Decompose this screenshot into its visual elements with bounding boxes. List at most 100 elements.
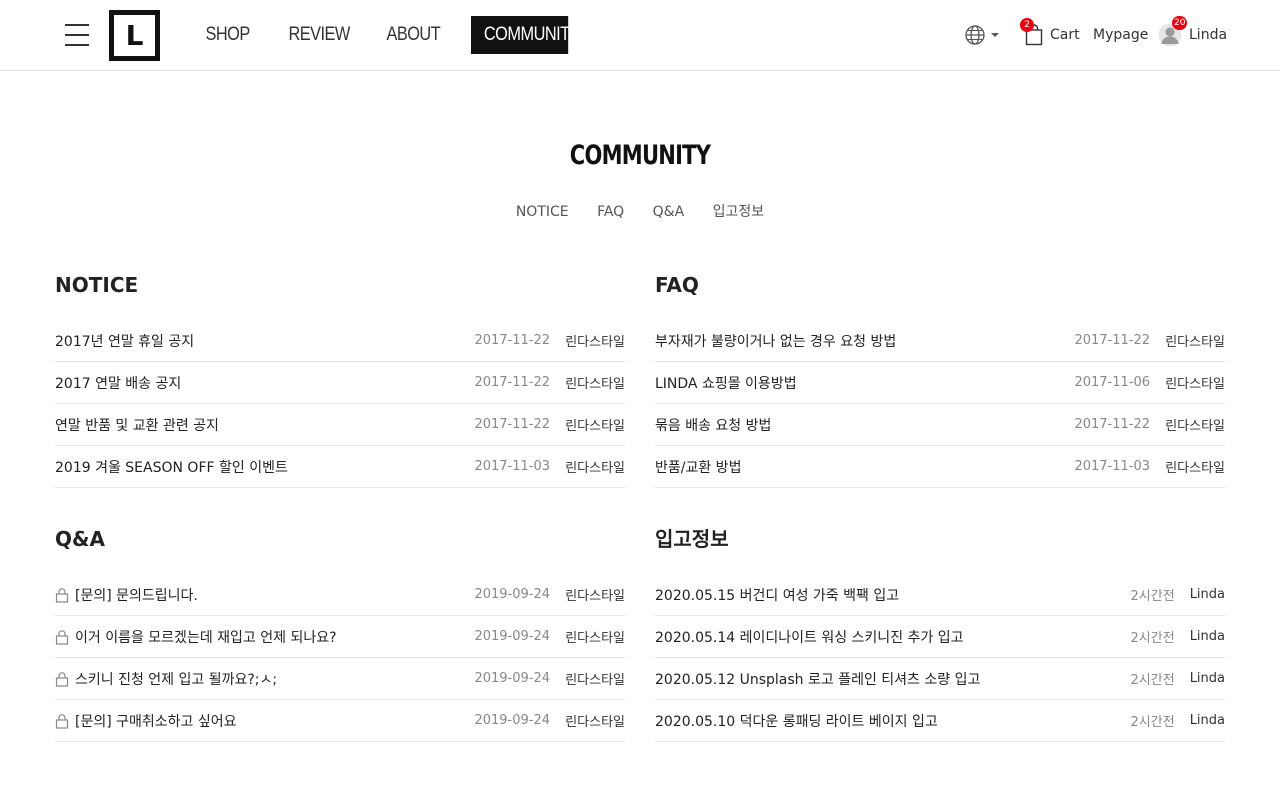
post-title[interactable]: 2017년 연말 휴일 공지	[55, 331, 474, 351]
post-title[interactable]: 부자재가 불량이거나 없는 경우 요청 방법	[655, 331, 1074, 351]
post-author: 린다스타일	[565, 461, 625, 476]
cart-label: Cart	[1050, 27, 1080, 43]
post-date: 2시간전	[1130, 715, 1175, 730]
post-title-text: 이거 이름을 모르겠는데 재입고 언제 되나요?	[75, 629, 337, 646]
notice-board-title[interactable]: NOTICE	[55, 270, 625, 300]
post-author: 린다스타일	[1165, 461, 1225, 476]
main-nav: SHOP REVIEW ABOUT COMMUNITY	[196, 16, 597, 54]
restock-board: 입고정보 2020.05.15 버건디 여성 가죽 백팩 입고 2시간전 Linda…	[655, 524, 1225, 742]
mypage-link[interactable]: Mypage	[1093, 20, 1148, 50]
sub-nav: NOTICE FAQ Q&A 입고정보	[0, 201, 1280, 221]
list-item[interactable]: LINDA 쇼핑몰 이용방법 2017-11-06 린다스타일	[655, 362, 1225, 404]
post-title[interactable]: 연말 반품 및 교환 관련 공지	[55, 415, 474, 435]
globe-icon	[965, 25, 985, 45]
cart-link[interactable]: 2 Cart	[1020, 18, 1080, 50]
subnav-restock[interactable]: 입고정보	[713, 201, 765, 221]
post-date: 2시간전	[1130, 673, 1175, 688]
subnav-faq[interactable]: FAQ	[597, 204, 624, 220]
post-title[interactable]: 묶음 배송 요청 방법	[655, 415, 1074, 435]
post-author: 린다스타일	[1165, 335, 1225, 350]
post-title[interactable]: 2017 연말 배송 공지	[55, 373, 474, 393]
menu-icon[interactable]	[65, 24, 89, 46]
post-title-text: 2019 겨울 SEASON OFF 할인 이벤트	[55, 459, 288, 476]
post-title[interactable]: [문의] 구매취소하고 싶어요	[55, 711, 474, 731]
post-date: 2017-11-22	[474, 333, 550, 348]
post-title[interactable]: 2020.05.12 Unsplash 로고 플레인 티셔츠 소량 입고	[655, 669, 1131, 689]
post-title[interactable]: 이거 이름을 모르겠는데 재입고 언제 되나요?	[55, 627, 474, 647]
language-selector[interactable]	[964, 20, 1000, 50]
post-title-text: 반품/교환 방법	[655, 459, 742, 476]
post-title[interactable]: LINDA 쇼핑몰 이용방법	[655, 373, 1074, 393]
list-item[interactable]: 이거 이름을 모르겠는데 재입고 언제 되나요? 2019-09-24 린다스타일	[55, 616, 625, 658]
post-title-text: 2020.05.10 덕다운 롱패딩 라이트 베이지 입고	[655, 713, 938, 730]
cart-count-badge: 2	[1020, 18, 1034, 32]
post-title-text: 2020.05.14 레이디나이트 워싱 스키니진 추가 입고	[655, 629, 964, 646]
post-author: Linda	[1189, 671, 1225, 686]
site-header: L SHOP REVIEW ABOUT COMMUNITY 2 Cart Myp…	[0, 0, 1280, 71]
faq-list: 부자재가 불량이거나 없는 경우 요청 방법 2017-11-22 린다스타일 LIN…	[655, 320, 1225, 488]
post-title-text: [문의] 문의드립니다.	[75, 587, 198, 604]
post-title-text: LINDA 쇼핑몰 이용방법	[655, 375, 797, 392]
nav-community[interactable]: COMMUNITY	[471, 16, 581, 54]
post-title-text: 2017 연말 배송 공지	[55, 375, 182, 392]
list-item[interactable]: 2019 겨울 SEASON OFF 할인 이벤트 2017-11-03 린다스타일	[55, 446, 625, 488]
post-title[interactable]: 2020.05.10 덕다운 롱패딩 라이트 베이지 입고	[655, 711, 1131, 731]
restock-board-title[interactable]: 입고정보	[655, 524, 1225, 554]
post-title[interactable]: 2020.05.15 버건디 여성 가죽 백팩 입고	[655, 585, 1131, 605]
list-item[interactable]: 2020.05.10 덕다운 롱패딩 라이트 베이지 입고 2시간전 Linda	[655, 700, 1225, 742]
qna-board-title[interactable]: Q&A	[55, 524, 625, 554]
list-item[interactable]: 묶음 배송 요청 방법 2017-11-22 린다스타일	[655, 404, 1225, 446]
post-date: 2시간전	[1130, 589, 1175, 604]
post-date: 2017-11-03	[474, 459, 550, 474]
list-item[interactable]: 연말 반품 및 교환 관련 공지 2017-11-22 린다스타일	[55, 404, 625, 446]
chevron-down-icon	[991, 33, 999, 37]
post-title-text: 스키니 진청 언제 입고 될까요?;ㅅ;	[75, 671, 278, 688]
restock-list: 2020.05.15 버건디 여성 가죽 백팩 입고 2시간전 Linda 2020.…	[655, 574, 1225, 742]
qna-list: [문의] 문의드립니다. 2019-09-24 린다스타일 이거 이름을 모르겠는데 …	[55, 574, 625, 742]
post-author: 린다스타일	[565, 631, 625, 646]
post-date: 2019-09-24	[474, 629, 550, 644]
page-title-text: COMMUNITY	[569, 140, 711, 171]
nav-about[interactable]: ABOUT	[377, 16, 446, 54]
lock-icon	[55, 587, 69, 603]
post-date: 2019-09-24	[474, 671, 550, 686]
faq-board-title[interactable]: FAQ	[655, 270, 1225, 300]
post-author: 린다스타일	[1165, 377, 1225, 392]
subnav-notice[interactable]: NOTICE	[516, 204, 569, 220]
post-date: 2017-11-22	[474, 417, 550, 432]
post-date: 2019-09-24	[474, 587, 550, 602]
list-item[interactable]: 부자재가 불량이거나 없는 경우 요청 방법 2017-11-22 린다스타일	[655, 320, 1225, 362]
post-title-text: 2020.05.15 버건디 여성 가죽 백팩 입고	[655, 587, 900, 604]
list-item[interactable]: 2020.05.14 레이디나이트 워싱 스키니진 추가 입고 2시간전 Linda	[655, 616, 1225, 658]
post-title[interactable]: 2019 겨울 SEASON OFF 할인 이벤트	[55, 457, 474, 477]
list-item[interactable]: 2017 연말 배송 공지 2017-11-22 린다스타일	[55, 362, 625, 404]
nav-shop[interactable]: SHOP	[196, 16, 256, 54]
list-item[interactable]: 2020.05.15 버건디 여성 가죽 백팩 입고 2시간전 Linda	[655, 574, 1225, 616]
post-author: Linda	[1189, 629, 1225, 644]
post-title[interactable]: 2020.05.14 레이디나이트 워싱 스키니진 추가 입고	[655, 627, 1131, 647]
user-name: Linda	[1189, 27, 1228, 43]
post-title[interactable]: 스키니 진청 언제 입고 될까요?;ㅅ;	[55, 669, 474, 689]
list-item[interactable]: [문의] 구매취소하고 싶어요 2019-09-24 린다스타일	[55, 700, 625, 742]
post-author: Linda	[1189, 713, 1225, 728]
user-menu[interactable]: 20 Linda	[1158, 16, 1228, 50]
post-title[interactable]: 반품/교환 방법	[655, 457, 1074, 477]
list-item[interactable]: 스키니 진청 언제 입고 될까요?;ㅅ; 2019-09-24 린다스타일	[55, 658, 625, 700]
post-author: 린다스타일	[565, 589, 625, 604]
post-date: 2017-11-06	[1074, 375, 1150, 390]
post-title-text: 연말 반품 및 교환 관련 공지	[55, 417, 219, 434]
list-item[interactable]: [문의] 문의드립니다. 2019-09-24 린다스타일	[55, 574, 625, 616]
qna-board: Q&A [문의] 문의드립니다. 2019-09-24 린다스타일 이거 이름을 모르…	[55, 524, 625, 742]
lock-icon	[55, 629, 69, 645]
subnav-qna[interactable]: Q&A	[653, 204, 685, 220]
nav-review[interactable]: REVIEW	[279, 16, 352, 54]
list-item[interactable]: 반품/교환 방법 2017-11-03 린다스타일	[655, 446, 1225, 488]
post-author: 린다스타일	[565, 419, 625, 434]
mypage-label: Mypage	[1093, 27, 1149, 43]
post-date: 2017-11-22	[474, 375, 550, 390]
logo-letter: L	[125, 18, 144, 52]
list-item[interactable]: 2020.05.12 Unsplash 로고 플레인 티셔츠 소량 입고 2시간전…	[655, 658, 1225, 700]
logo[interactable]: L	[109, 10, 160, 61]
list-item[interactable]: 2017년 연말 휴일 공지 2017-11-22 린다스타일	[55, 320, 625, 362]
post-title[interactable]: [문의] 문의드립니다.	[55, 585, 474, 605]
